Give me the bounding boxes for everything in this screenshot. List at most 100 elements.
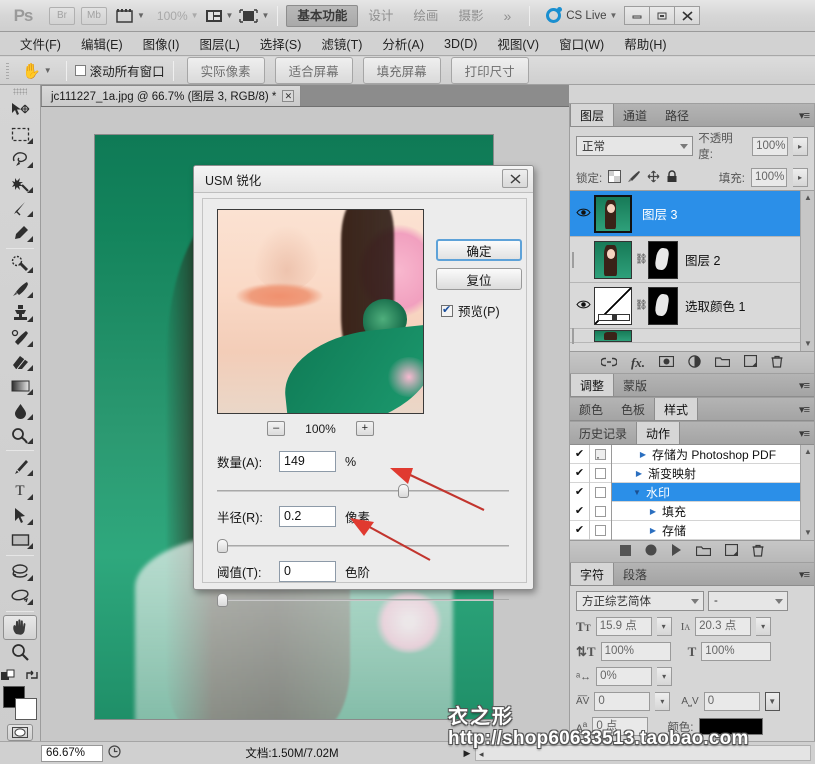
transparency-lock-icon[interactable]	[608, 169, 622, 186]
expand-triangle-icon[interactable]: ▶	[646, 526, 660, 535]
fill-value[interactable]: 100%	[751, 168, 787, 187]
menu-3d[interactable]: 3D(D)	[434, 34, 487, 54]
dialog-title-bar[interactable]: USM 锐化	[194, 166, 533, 193]
brush-tool[interactable]	[3, 276, 37, 300]
3d-object-rotate-tool[interactable]	[3, 559, 37, 583]
preview-zoom-out-button[interactable]: –	[267, 421, 286, 436]
workspace-tab-essentials[interactable]: 基本功能	[286, 4, 359, 27]
layer-thumbnail[interactable]	[594, 240, 632, 279]
text-color-swatch[interactable]	[698, 718, 763, 735]
close-icon[interactable]: ✕	[282, 90, 295, 102]
current-tool-preset[interactable]: ✋ ▼	[16, 62, 58, 80]
opacity-stepper[interactable]: ▸	[793, 136, 808, 156]
menu-window[interactable]: 窗口(W)	[549, 31, 614, 56]
pen-tool[interactable]	[3, 454, 37, 478]
spot-healing-brush-tool[interactable]	[3, 252, 37, 276]
ok-button[interactable]: 确定	[436, 239, 522, 261]
adjustment-layer-thumbnail[interactable]	[594, 286, 632, 325]
adjustment-icon[interactable]	[688, 354, 701, 371]
tab-masks[interactable]: 蒙版	[614, 374, 656, 396]
3d-orbit-tool[interactable]	[3, 584, 37, 608]
tab-paths[interactable]: 路径	[656, 104, 698, 126]
new-set-icon[interactable]	[695, 545, 712, 559]
expand-triangle-icon[interactable]: ▶	[632, 469, 646, 478]
table-row[interactable]: ⛓ 图层 2	[570, 237, 814, 283]
action-enabled-checkbox[interactable]: ✔	[570, 463, 590, 483]
view-extras-icon[interactable]: ▼	[116, 5, 145, 27]
action-dialog-toggle[interactable]	[590, 482, 612, 502]
menu-image[interactable]: 图像(I)	[133, 31, 190, 56]
panel-menu-icon[interactable]: ▾≡	[799, 379, 810, 392]
preview-thumbnail[interactable]	[217, 209, 424, 414]
type-tool[interactable]: T	[3, 479, 37, 503]
screen-mode-icon[interactable]: ▼	[239, 5, 269, 27]
layer-mask-thumbnail[interactable]	[648, 286, 678, 325]
new-layer-icon[interactable]	[743, 354, 758, 370]
link-icon[interactable]	[600, 356, 618, 370]
status-zoom-input[interactable]: 66.67%	[41, 744, 103, 762]
menu-edit[interactable]: 编辑(E)	[71, 31, 133, 56]
layer-thumbnail[interactable]	[594, 194, 632, 233]
action-enabled-checkbox[interactable]: ✔	[570, 482, 590, 502]
action-dialog-toggle[interactable]	[590, 520, 612, 540]
print-size-button[interactable]: 打印尺寸	[450, 57, 529, 84]
scroll-up-icon[interactable]: ▲	[801, 191, 814, 205]
crop-tool[interactable]	[3, 196, 37, 220]
rectangular-marquee-tool[interactable]	[3, 122, 37, 146]
scroll-down-icon[interactable]: ▼	[801, 526, 814, 540]
eyedropper-tool[interactable]	[3, 220, 37, 244]
tracking-input[interactable]: 0	[594, 692, 651, 711]
preview-checkbox[interactable]: 预览(P)	[441, 301, 500, 320]
leading-stepper[interactable]: ▾	[756, 617, 772, 636]
horizontal-scale-input[interactable]: 100%	[701, 642, 772, 661]
reset-button[interactable]: 复位	[436, 268, 522, 290]
menu-help[interactable]: 帮助(H)	[614, 31, 676, 56]
gradient-tool[interactable]	[3, 374, 37, 398]
list-item[interactable]: ✔ ▶ 填充	[570, 501, 814, 521]
table-row[interactable]	[570, 327, 814, 344]
expand-triangle-icon[interactable]: ▶	[636, 450, 650, 459]
fill-screen-button[interactable]: 填充屏幕	[362, 57, 441, 84]
record-icon[interactable]	[645, 544, 657, 559]
tab-actions[interactable]: 动作	[636, 422, 681, 444]
rectangle-tool[interactable]	[3, 528, 37, 552]
panel-menu-icon[interactable]: ▾≡	[799, 403, 810, 416]
radius-slider[interactable]	[217, 539, 509, 553]
tab-swatches[interactable]: 色板	[612, 398, 654, 420]
stop-icon[interactable]	[620, 544, 631, 559]
tracking-stepper[interactable]: ▾	[655, 692, 671, 711]
actions-scrollbar[interactable]: ▲ ▼	[800, 445, 814, 540]
workspace-tab-design[interactable]: 设计	[358, 5, 403, 27]
threshold-slider[interactable]	[217, 593, 509, 607]
panel-menu-icon[interactable]: ▾≡	[799, 109, 810, 122]
table-row[interactable]: ⛓ 选取颜色 1	[570, 283, 814, 329]
leading-input[interactable]: 20.3 点	[695, 617, 752, 636]
fx-icon[interactable]: fx.	[631, 355, 645, 371]
workspace-more-button[interactable]: »	[493, 5, 521, 27]
arrange-documents-icon[interactable]: ▼	[205, 5, 233, 27]
scroll-all-windows-checkbox[interactable]: 滚动所有窗口	[74, 61, 165, 80]
font-size-stepper[interactable]: ▾	[656, 617, 672, 636]
layer-list[interactable]: 图层 3 ⛓ 图层 2 ⛓ 选取颜色 1 ▲ ▼	[570, 190, 814, 351]
new-action-icon[interactable]	[724, 543, 739, 559]
actual-pixels-button[interactable]: 实际像素	[186, 57, 265, 84]
font-size-input[interactable]: 15.9 点	[595, 617, 652, 636]
baseline-shift-input[interactable]: 0 点	[592, 717, 649, 736]
list-item[interactable]: ✔ · ▶ 存储为 Photoshop PDF	[570, 445, 814, 464]
tab-color[interactable]: 颜色	[570, 398, 612, 420]
expand-triangle-icon[interactable]: ▶	[646, 507, 660, 516]
threshold-input[interactable]: 0	[279, 561, 336, 582]
layer-visibility-icon[interactable]	[572, 251, 594, 268]
action-enabled-checkbox[interactable]: ✔	[570, 520, 590, 540]
panel-menu-icon[interactable]: ▾≡	[799, 427, 810, 440]
link-icon[interactable]: ⛓	[635, 300, 648, 311]
move-lock-icon[interactable]	[647, 170, 660, 186]
tab-paragraph[interactable]: 段落	[614, 563, 656, 585]
bridge-button[interactable]: Br	[49, 6, 75, 25]
tab-history[interactable]: 历史记录	[570, 422, 636, 444]
swap-colors-icon[interactable]	[25, 669, 39, 682]
tab-layers[interactable]: 图层	[570, 104, 615, 126]
amount-input[interactable]: 149	[279, 451, 336, 472]
quick-selection-tool[interactable]	[3, 171, 37, 195]
font-family-select[interactable]: 方正综艺简体	[576, 591, 704, 611]
